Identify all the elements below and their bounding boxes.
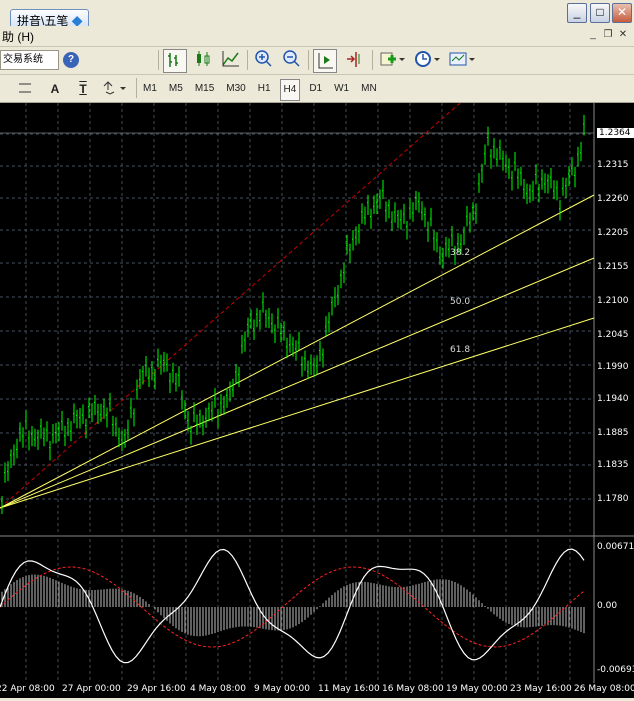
dashed-trend-line xyxy=(0,102,461,509)
price-tick-label: 1.1940 xyxy=(597,394,629,404)
periodicity-icon[interactable] xyxy=(413,49,441,71)
trading-system-tab[interactable]: 交易系统 xyxy=(0,50,59,70)
time-tick-label: 22 Apr 08:00 xyxy=(0,684,55,694)
chart-shift-icon[interactable] xyxy=(342,49,364,71)
fib-level-label: 50.0 xyxy=(450,297,471,307)
menu-bar xyxy=(0,26,634,47)
fib-level-label: 61.8 xyxy=(450,345,471,355)
toolbar-separator xyxy=(372,50,373,70)
help-icon[interactable]: ? xyxy=(63,52,79,68)
text-tool-button[interactable]: A xyxy=(44,78,66,100)
minimize-button[interactable]: _ xyxy=(567,3,587,23)
time-tick-label: 26 May 08:00 xyxy=(574,684,634,694)
timeframe-d1-button[interactable]: D1 xyxy=(306,79,325,99)
price-tick-label: 1.2315 xyxy=(597,160,629,170)
fib-fan-line xyxy=(0,257,595,509)
maximize-button[interactable]: □ xyxy=(590,3,610,23)
price-tick-label: 1.1885 xyxy=(597,428,629,438)
indicator-tick-label: 0.00 xyxy=(597,601,618,611)
close-button[interactable]: ✕ xyxy=(612,3,632,23)
time-tick-label: 16 May 08:00 xyxy=(382,684,444,694)
help-menu[interactable]: 助 (H) xyxy=(2,28,34,45)
bar-chart-icon[interactable] xyxy=(163,49,187,73)
templates-icon[interactable] xyxy=(448,49,476,71)
time-tick-label: 11 May 16:00 xyxy=(318,684,380,694)
indicators-icon[interactable] xyxy=(378,49,406,71)
timeframe-w1-button[interactable]: W1 xyxy=(331,79,352,99)
rectangle-tool-icon[interactable] xyxy=(14,78,36,100)
toolbar-separator xyxy=(308,50,309,70)
price-tick-label: 1.2100 xyxy=(597,296,629,306)
time-tick-label: 27 Apr 00:00 xyxy=(62,684,121,694)
price-tick-label: 1.1780 xyxy=(597,494,629,504)
time-tick-label: 19 May 00:00 xyxy=(446,684,508,694)
timeframe-h4-button[interactable]: H4 xyxy=(279,79,301,101)
zoom-in-icon[interactable] xyxy=(252,49,274,71)
timeframe-bar: M1 M5 M15 M30 H1 H4 D1 W1 MN xyxy=(140,79,380,101)
timeframe-m1-button[interactable]: M1 xyxy=(140,79,160,99)
mdi-minimize-button[interactable]: _ xyxy=(586,28,600,41)
price-tick-label: 1.2260 xyxy=(597,194,629,204)
toolbar-separator xyxy=(158,50,159,70)
chart-window[interactable] xyxy=(0,102,634,698)
price-tick-label: 1.2205 xyxy=(597,228,629,238)
oscillator-line xyxy=(0,548,585,664)
price-tick-label: 1.2155 xyxy=(597,262,629,272)
timeframe-m5-button[interactable]: M5 xyxy=(166,79,186,99)
time-tick-label: 29 Apr 16:00 xyxy=(127,684,186,694)
title-bar xyxy=(0,0,634,26)
arrows-tool-icon[interactable] xyxy=(100,78,128,100)
toolbar-separator xyxy=(136,78,137,98)
timeframe-m30-button[interactable]: M30 xyxy=(223,79,248,99)
indicator-tick-label: 0.00671 xyxy=(597,542,634,552)
time-tick-label: 9 May 00:00 xyxy=(254,684,310,694)
price-tick-label: 1.2045 xyxy=(597,330,629,340)
time-tick-label: 4 May 08:00 xyxy=(190,684,246,694)
line-chart-icon[interactable] xyxy=(220,49,242,71)
timeframe-h1-button[interactable]: H1 xyxy=(255,79,274,99)
price-tick-label: 1.1835 xyxy=(597,460,629,470)
text-label-tool-button[interactable]: T xyxy=(72,78,94,100)
toolbar-separator xyxy=(247,50,248,70)
price-chart[interactable] xyxy=(0,102,634,698)
fib-fan-line xyxy=(0,194,595,509)
mdi-restore-button[interactable]: ❐ xyxy=(601,28,615,41)
auto-scroll-icon[interactable] xyxy=(313,49,337,73)
price-tick-label: 1.2364 xyxy=(597,128,634,138)
mdi-close-button[interactable]: ✕ xyxy=(616,28,630,41)
zoom-out-icon[interactable] xyxy=(280,49,302,71)
timeframe-mn-button[interactable]: MN xyxy=(358,79,380,99)
candlestick-icon[interactable] xyxy=(192,49,214,71)
signal-line xyxy=(0,566,585,648)
indicator-tick-label: -0.00693 xyxy=(597,665,634,675)
timeframe-m15-button[interactable]: M15 xyxy=(192,79,217,99)
fib-level-label: 38.2 xyxy=(450,248,471,258)
price-tick-label: 1.1990 xyxy=(597,362,629,372)
time-tick-label: 23 May 16:00 xyxy=(510,684,572,694)
